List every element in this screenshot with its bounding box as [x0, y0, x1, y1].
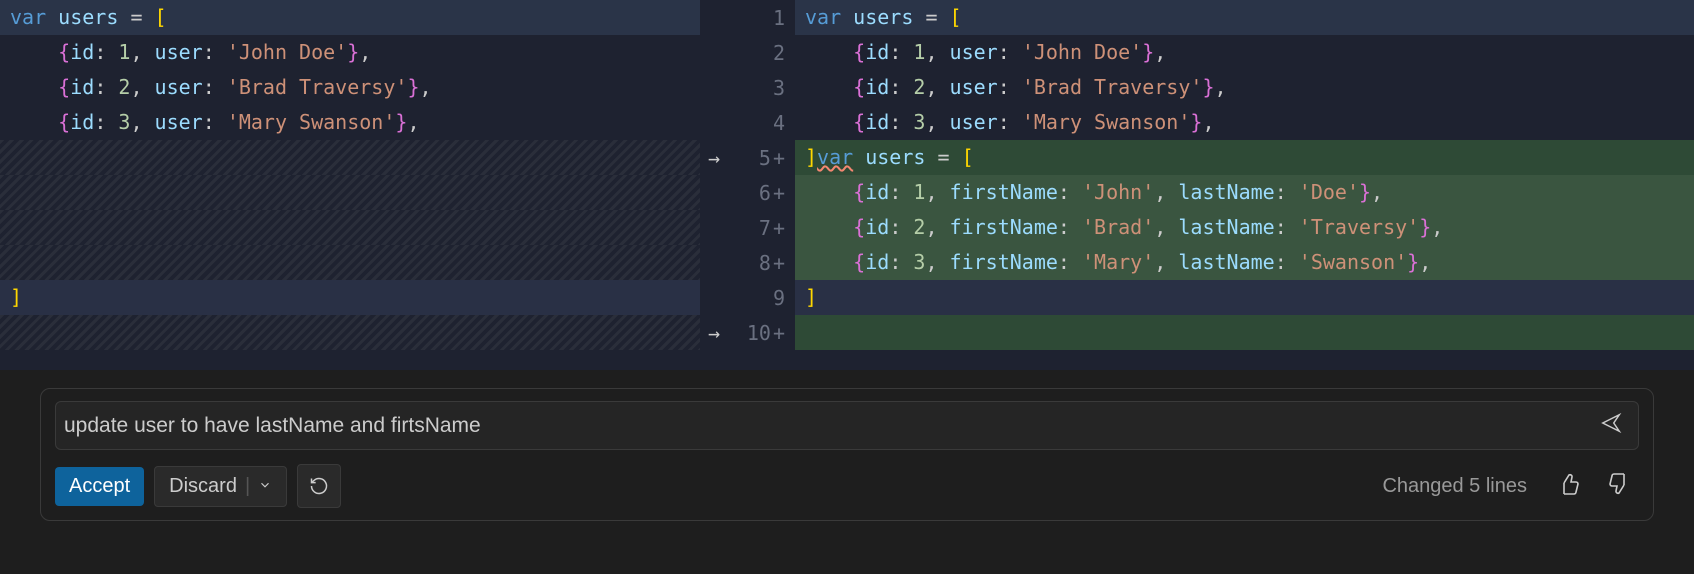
original-line[interactable] — [0, 315, 700, 350]
thumbs-down-icon[interactable] — [1599, 468, 1639, 505]
gutter-line: 1 — [700, 0, 795, 35]
original-line[interactable] — [0, 140, 700, 175]
insert-arrow-icon: → — [708, 321, 720, 345]
modified-pane[interactable]: var users = [ {id: 1, user: 'John Doe'},… — [795, 0, 1694, 370]
modified-line[interactable]: {id: 3, user: 'Mary Swanson'}, — [795, 105, 1694, 140]
modified-line[interactable]: {id: 2, user: 'Brad Traversy'}, — [795, 70, 1694, 105]
ai-input-panel: Accept Discard | Changed 5 lines — [40, 388, 1654, 521]
insert-arrow-icon: → — [708, 146, 720, 170]
modified-line[interactable]: {id: 3, firstName: 'Mary', lastName: 'Sw… — [795, 245, 1694, 280]
gutter-line: →5+ — [700, 140, 795, 175]
gutter-line: 4 — [700, 105, 795, 140]
modified-line[interactable] — [795, 315, 1694, 350]
changed-lines-status: Changed 5 lines — [1382, 475, 1527, 498]
original-line[interactable]: {id: 1, user: 'John Doe'}, — [0, 35, 700, 70]
original-pane[interactable]: var users = [ {id: 1, user: 'John Doe'},… — [0, 0, 700, 370]
prompt-input[interactable] — [64, 414, 1592, 438]
discard-button[interactable]: Discard | — [154, 466, 287, 507]
gutter-line: →10+ — [700, 315, 795, 350]
modified-line[interactable]: ]var users = [ — [795, 140, 1694, 175]
modified-line[interactable]: {id: 2, firstName: 'Brad', lastName: 'Tr… — [795, 210, 1694, 245]
gutter-line: 8+ — [700, 245, 795, 280]
original-line[interactable]: var users = [ — [0, 0, 700, 35]
modified-line[interactable]: {id: 1, firstName: 'John', lastName: 'Do… — [795, 175, 1694, 210]
gutter-line: 2 — [700, 35, 795, 70]
prompt-input-row — [55, 401, 1639, 450]
gutter-line: 6+ — [700, 175, 795, 210]
modified-line[interactable]: {id: 1, user: 'John Doe'}, — [795, 35, 1694, 70]
accept-button[interactable]: Accept — [55, 467, 144, 506]
gutter-line: 7+ — [700, 210, 795, 245]
separator: | — [245, 475, 250, 498]
discard-label: Discard — [169, 475, 237, 498]
gutter-line: 9 — [700, 280, 795, 315]
gutter-line: 3 — [700, 70, 795, 105]
line-gutter: 1234→5+6+7+8+9→10+ — [700, 0, 795, 370]
original-line[interactable] — [0, 210, 700, 245]
diff-view: var users = [ {id: 1, user: 'John Doe'},… — [0, 0, 1694, 370]
thumbs-up-icon[interactable] — [1549, 468, 1589, 505]
original-line[interactable] — [0, 245, 700, 280]
modified-line[interactable]: ] — [795, 280, 1694, 315]
original-line[interactable]: ] — [0, 280, 700, 315]
original-line[interactable]: {id: 3, user: 'Mary Swanson'}, — [0, 105, 700, 140]
modified-line[interactable]: var users = [ — [795, 0, 1694, 35]
regenerate-button[interactable] — [297, 464, 341, 508]
original-line[interactable]: {id: 2, user: 'Brad Traversy'}, — [0, 70, 700, 105]
action-row: Accept Discard | Changed 5 lines — [55, 464, 1639, 508]
send-icon[interactable] — [1592, 408, 1630, 443]
original-line[interactable] — [0, 175, 700, 210]
chevron-down-icon — [258, 475, 272, 498]
